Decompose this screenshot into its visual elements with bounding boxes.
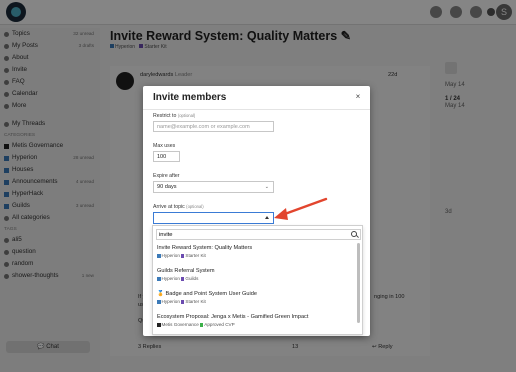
arrive-topic-select[interactable] [153,212,274,224]
category-color-icon [157,323,161,327]
search-icon [351,231,357,237]
result-categories: Metis Governance Approved CVP [157,322,358,327]
dropdown-scrollbar[interactable] [357,243,360,323]
topic-search-input[interactable] [156,229,361,240]
category-color-icon [180,277,185,281]
result-categories: Hyperion Starter Kit [157,299,358,304]
topic-result-item[interactable]: 🏅 Badge and Point System User Guide Hype… [153,288,358,311]
chevron-down-icon: ⌄ [264,184,269,190]
arrive-label: Arrive at topic (optional) [153,204,204,210]
result-categories: Hyperion Starter Kit [157,253,358,258]
category-color-icon [180,254,185,258]
topic-result-item[interactable]: Guilds Referral System Hyperion Guilds [153,265,358,288]
close-icon[interactable]: × [353,92,363,102]
result-categories: Hyperion Guilds [157,276,358,281]
topic-dropdown: Invite Reward System: Quality Matters Hy… [152,225,363,335]
category-color-icon [199,323,204,327]
modal-title: Invite members [153,92,227,103]
topic-result-item[interactable]: Invite Reward System: Quality Matters Hy… [153,242,358,265]
modal-divider [143,109,370,110]
expire-select[interactable]: 90 days ⌄ [153,181,274,193]
max-uses-label: Max uses [153,143,176,149]
expire-label: Expire after [153,173,180,179]
category-color-icon [157,277,161,281]
topic-results-list: Invite Reward System: Quality Matters Hy… [153,242,358,334]
caret-up-icon [265,216,269,219]
category-color-icon [157,254,161,258]
category-color-icon [157,300,161,304]
topic-result-item[interactable]: Ecosystem Proposal: Jenga x Metis - Gami… [153,311,358,334]
restrict-input[interactable] [153,121,274,132]
restrict-label: Restrict to (optional) [153,113,196,119]
annotation-arrow-icon [274,197,328,220]
max-uses-input[interactable] [153,151,180,162]
category-color-icon [180,300,185,304]
